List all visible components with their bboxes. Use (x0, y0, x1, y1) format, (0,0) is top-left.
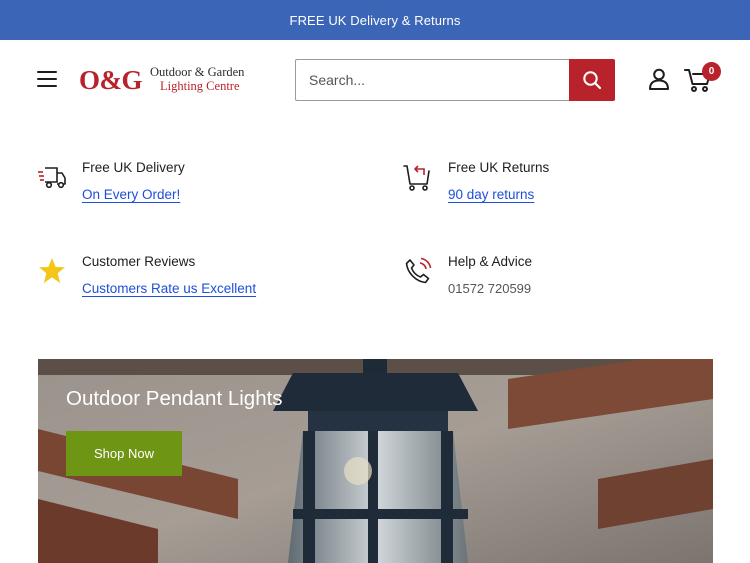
cart-return-icon (403, 165, 430, 191)
phone-icon (405, 257, 432, 284)
feature-help: Help & Advice 01572 720599 (403, 254, 723, 304)
feature-title: Free UK Delivery (82, 160, 185, 175)
site-logo[interactable]: O&G Outdoor & Garden Lighting Centre (79, 64, 244, 96)
feature-title: Help & Advice (448, 254, 533, 269)
search-button[interactable] (569, 59, 615, 101)
logo-text: Outdoor & Garden Lighting Centre (150, 65, 245, 94)
feature-returns: Free UK Returns 90 day returns (403, 160, 723, 210)
cart-count-badge: 0 (702, 62, 721, 81)
feature-title: Free UK Returns (448, 160, 550, 175)
feature-link[interactable]: On Every Order! (82, 187, 180, 202)
star-icon (39, 258, 65, 283)
announcement-text: FREE UK Delivery & Returns (289, 12, 461, 28)
feature-reviews: Customer Reviews Customers Rate us Excel… (37, 254, 357, 304)
logo-line-2: Lighting Centre (160, 79, 240, 93)
menu-icon[interactable] (37, 71, 57, 87)
logo-mark: O&G (79, 64, 143, 95)
search-input[interactable] (295, 59, 569, 101)
site-header: O&G Outdoor & Garden Lighting Centre 0 (0, 40, 750, 120)
phone-number: 01572 720599 (448, 281, 532, 296)
feature-delivery: Free UK Delivery On Every Order! (37, 160, 357, 210)
logo-line-1: Outdoor & Garden (150, 65, 245, 80)
search-form (295, 59, 615, 101)
search-icon (583, 71, 602, 90)
shop-now-button[interactable]: Shop Now (66, 431, 182, 476)
announcement-bar: FREE UK Delivery & Returns (0, 0, 750, 40)
delivery-truck-icon (38, 167, 66, 189)
feature-link[interactable]: 90 day returns (448, 187, 534, 202)
account-icon[interactable] (647, 67, 671, 91)
feature-link[interactable]: Customers Rate us Excellent (82, 281, 256, 296)
hero-title: Outdoor Pendant Lights (66, 387, 283, 410)
hero-banner[interactable]: Outdoor Pendant Lights Shop Now (38, 359, 713, 563)
feature-title: Customer Reviews (82, 254, 196, 269)
